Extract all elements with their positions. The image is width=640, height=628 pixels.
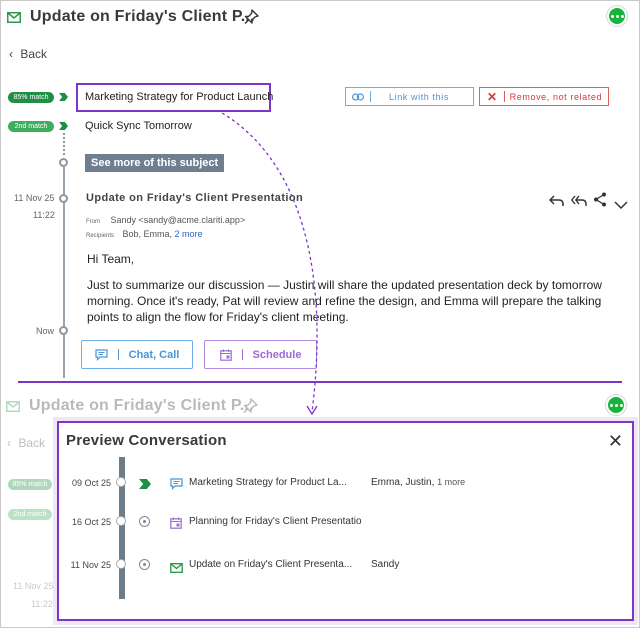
email-date: 11 Nov 25	[13, 581, 54, 591]
section-divider	[18, 381, 622, 383]
close-icon[interactable]: ✕	[608, 431, 623, 452]
row-participants: Emma, Justin, 1 more	[371, 477, 465, 488]
row-date: 16 Oct 25	[71, 517, 111, 527]
row-date: 09 Oct 25	[71, 478, 111, 488]
row-participants: Sandy	[371, 559, 399, 570]
preview-conversation-dialog: Preview Conversation ✕ 09 Oct 25 Marketi…	[57, 421, 634, 621]
participants-names: Emma, Justin,	[371, 477, 435, 488]
email-time: 11:22	[31, 599, 53, 609]
timeline-node	[116, 477, 126, 487]
participants-names: Sandy	[371, 559, 400, 570]
meeting-node-icon	[139, 516, 150, 527]
participants-more: 1 more	[437, 477, 466, 487]
preview-row[interactable]: 16 Oct 25 Planning for Friday's Client P…	[59, 512, 629, 534]
preview-row[interactable]: 11 Nov 25 Update on Friday's Client Pres…	[59, 555, 629, 577]
mail-icon	[170, 560, 183, 578]
mail-icon	[6, 399, 20, 417]
timeline-node	[116, 559, 126, 569]
row-subject: Planning for Friday's Client Presentatio	[189, 516, 362, 527]
chevron-left-icon: ‹	[7, 436, 11, 450]
flag-icon	[139, 479, 151, 489]
back-link: ‹ Back	[7, 436, 45, 450]
chat-bubble-icon[interactable]	[606, 395, 626, 415]
back-label: Back	[18, 436, 46, 450]
row-subject: Marketing Strategy for Product La...	[189, 477, 347, 488]
background-title: Update on Friday's Client P...	[29, 397, 254, 414]
pin-icon	[243, 398, 258, 419]
calendar-icon	[170, 516, 182, 534]
row-subject: Update on Friday's Client Presenta...	[189, 559, 353, 570]
row-date: 11 Nov 25	[70, 560, 111, 570]
match-badge: 2nd match	[8, 509, 52, 520]
match-badge: 85% match	[8, 479, 52, 490]
email-node-icon	[139, 559, 150, 570]
dialog-title: Preview Conversation	[66, 432, 227, 449]
timeline-node	[116, 516, 126, 526]
preview-row[interactable]: 09 Oct 25 Marketing Strategy for Product…	[59, 473, 629, 495]
chat-icon	[170, 477, 183, 495]
